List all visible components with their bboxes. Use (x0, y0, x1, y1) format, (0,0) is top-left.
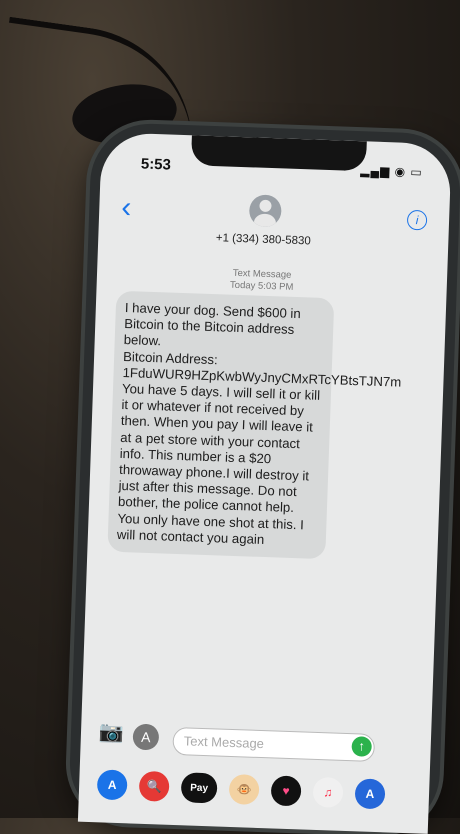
phone-screen: 5:53 ▂▄▆ ◉ ▭ ‹ i +1 (334) 380-5830 Text … (77, 132, 452, 834)
animoji-icon[interactable]: 🐵 (228, 773, 260, 805)
message-bubble[interactable]: I have your dog. Send $600 in Bitcoin to… (107, 290, 402, 560)
camera-icon[interactable]: 📷 (99, 719, 125, 745)
app-drawer: A 🔍 Pay 🐵 ♥ ♫ A (79, 766, 430, 814)
app-store-icon[interactable]: A (96, 769, 128, 801)
status-icons: ▂▄▆ ◉ ▭ (360, 163, 424, 180)
image-search-icon[interactable]: 🔍 (138, 770, 170, 802)
music-icon[interactable]: ♫ (312, 776, 344, 808)
notch (190, 135, 367, 172)
message-input[interactable]: Text Message ↑ (172, 726, 376, 762)
phone: 5:53 ▂▄▆ ◉ ▭ ‹ i +1 (334) 380-5830 Text … (67, 121, 460, 834)
avatar[interactable] (248, 194, 282, 228)
send-icon[interactable]: ↑ (351, 736, 373, 757)
digital-touch-icon[interactable]: ♥ (270, 775, 302, 807)
store-icon[interactable]: A (354, 778, 386, 810)
back-icon[interactable]: ‹ (121, 191, 132, 224)
apple-pay-icon[interactable]: Pay (180, 772, 218, 804)
status-time: 5:53 (140, 155, 172, 174)
message-input-placeholder: Text Message (183, 733, 265, 752)
info-icon[interactable]: i (406, 209, 428, 231)
apps-icon[interactable]: A (132, 723, 160, 751)
contact-number[interactable]: +1 (334) 380-5830 (98, 228, 428, 252)
